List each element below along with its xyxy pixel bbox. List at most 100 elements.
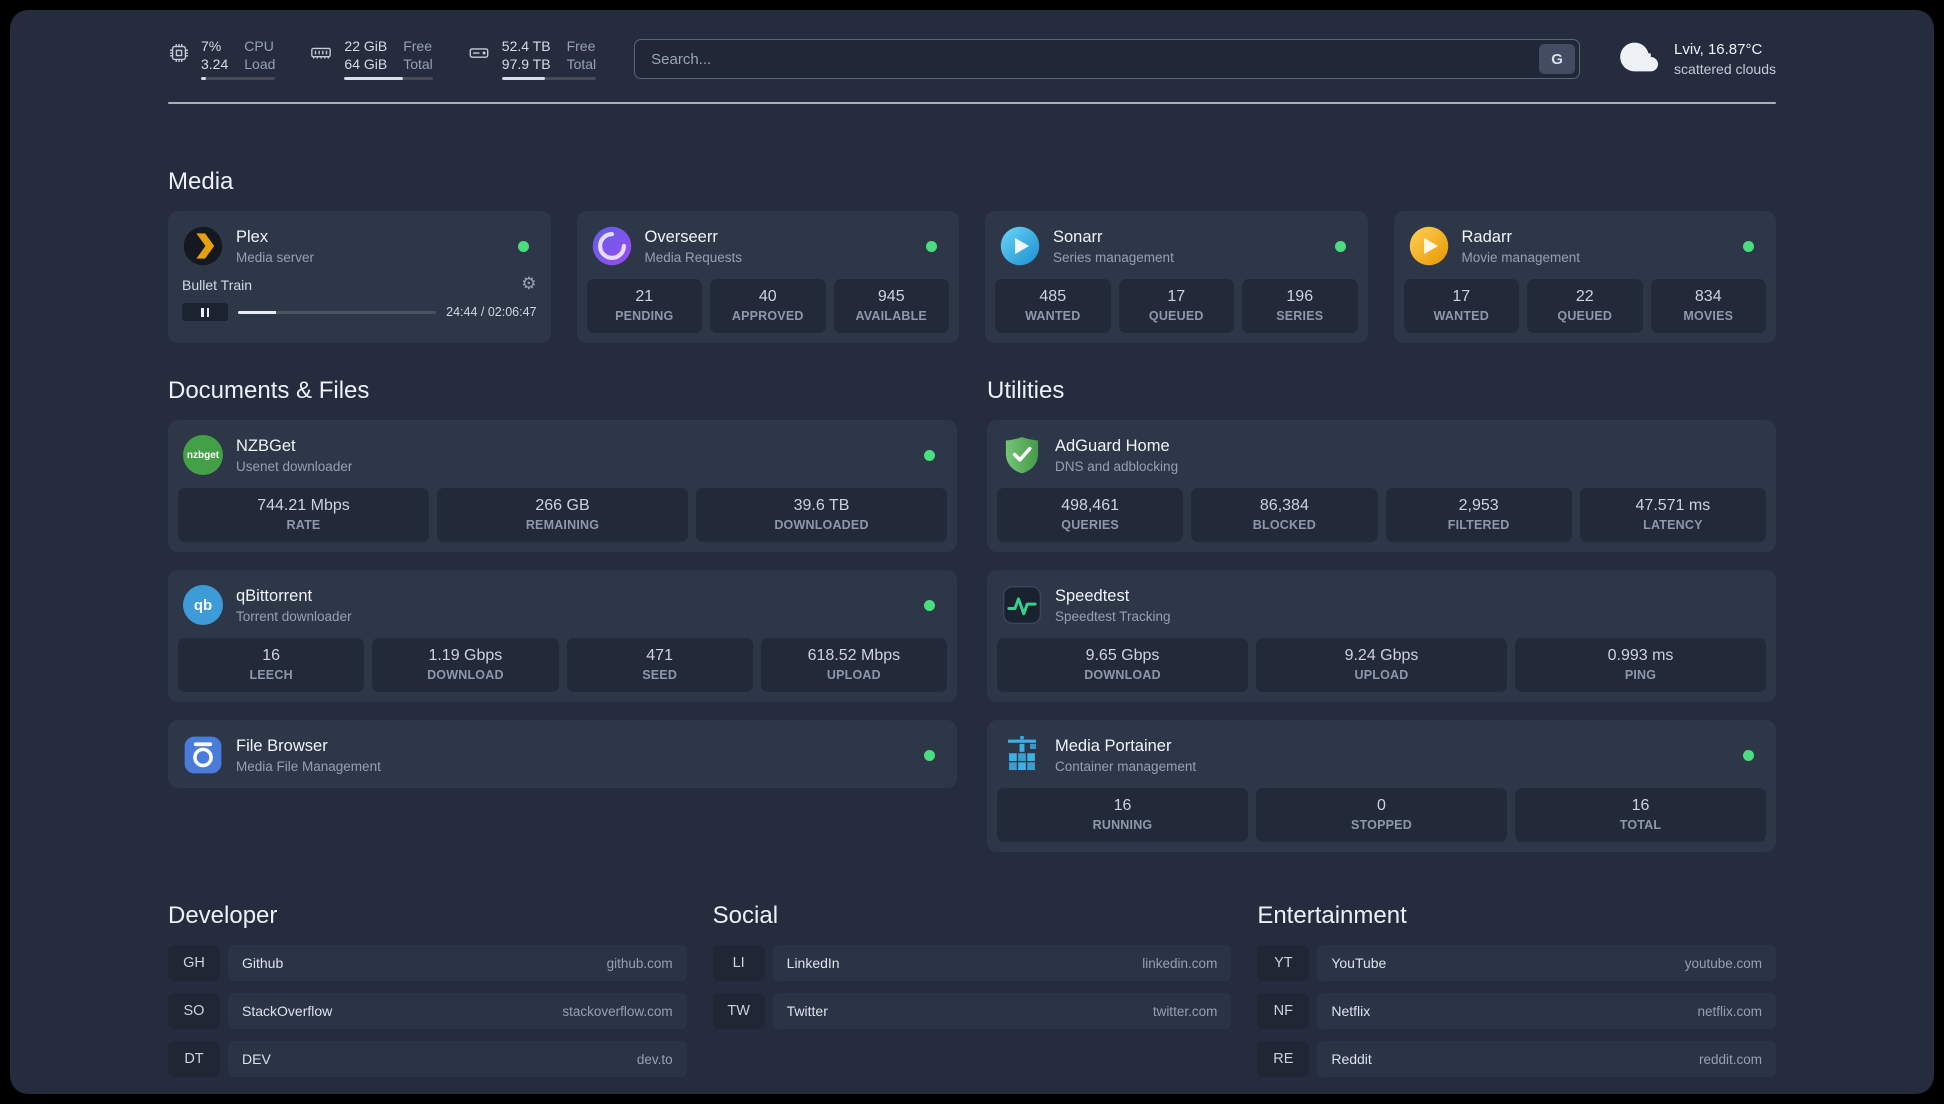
- cpu-widget: 7% 3.24 CPU Load: [168, 38, 276, 80]
- service-description: Speedtest Tracking: [1055, 608, 1171, 624]
- service-card-overseerr[interactable]: Overseerr Media Requests 21 PENDING 40 APP…: [576, 211, 959, 343]
- bookmark-name: LinkedIn: [786, 955, 840, 971]
- stat-tile: 498,461 QUERIES: [997, 488, 1184, 542]
- section-title-media: Media: [168, 168, 234, 195]
- service-card-plex[interactable]: Plex Media server Bullet Train ⚙ 24:44 /…: [168, 211, 551, 343]
- service-card-adguard[interactable]: AdGuard Home DNS and adblocking 498,461 Q…: [987, 420, 1776, 552]
- service-description: DNS and adblocking: [1055, 458, 1179, 474]
- stat-tile: 471 SEED: [566, 638, 753, 692]
- stat-tile: 0 STOPPED: [1256, 788, 1507, 842]
- bookmark-name: DEV: [242, 1051, 271, 1067]
- status-dot: [1743, 749, 1754, 761]
- bookmark-abbr: LI: [712, 945, 765, 981]
- cpu-icon: [168, 42, 190, 69]
- service-card-portainer[interactable]: Media Portainer Container management 16 R…: [987, 720, 1776, 852]
- disk-widget: 52.4 TB 97.9 TB Free Total: [467, 38, 597, 80]
- bookmark-twitter[interactable]: TW Twitter twitter.com: [712, 993, 1232, 1029]
- stat-tile: 618.52 Mbps UPLOAD: [760, 638, 947, 692]
- bookmark-domain: stackoverflow.com: [562, 1003, 673, 1019]
- cloud-icon: [1618, 39, 1662, 80]
- bookmark-name: StackOverflow: [242, 1003, 333, 1019]
- bookmark-name: Netflix: [1331, 1003, 1371, 1019]
- cpu-progress-bar: [201, 77, 276, 80]
- search-bar: G: [634, 39, 1581, 79]
- bookmark-youtube[interactable]: YT YouTube youtube.com: [1257, 945, 1776, 981]
- service-description: Movie management: [1461, 249, 1581, 265]
- service-card-speedtest[interactable]: Speedtest Speedtest Tracking 9.65 Gbps DO…: [987, 570, 1776, 702]
- bookmark-domain: github.com: [606, 955, 673, 971]
- service-description: Media File Management: [236, 758, 381, 774]
- service-name: qBittorrent: [236, 586, 313, 605]
- stat-tile: 16 TOTAL: [1515, 788, 1766, 842]
- stat-tile: 40 APPROVED: [710, 279, 826, 333]
- bookmark-domain: youtube.com: [1684, 955, 1762, 971]
- pause-button[interactable]: [182, 303, 228, 321]
- section-title-utilities: Utilities: [987, 377, 1065, 404]
- qbittorrent-icon: qb: [182, 584, 224, 626]
- bookmark-domain: reddit.com: [1698, 1051, 1762, 1067]
- stat-tile: 266 GB REMAINING: [437, 488, 688, 542]
- stat-tile: 945 AVAILABLE: [833, 279, 949, 333]
- bookmark-github[interactable]: GH Github github.com: [168, 945, 687, 981]
- status-dot: [924, 599, 935, 611]
- bookmark-domain: twitter.com: [1152, 1003, 1218, 1019]
- section-utilities: Utilities AdGuard Home DNS and adblockin…: [987, 377, 1776, 852]
- bookmark-name: Twitter: [786, 1003, 828, 1019]
- bookmark-stackoverflow[interactable]: SO StackOverflow stackoverflow.com: [168, 993, 687, 1029]
- stat-tile: 9.65 Gbps DOWNLOAD: [997, 638, 1248, 692]
- cpu-load-value: 3.24: [201, 56, 229, 72]
- bookmark-abbr: SO: [168, 993, 220, 1029]
- portainer-icon: [1001, 734, 1043, 776]
- service-name: Radarr: [1461, 227, 1512, 246]
- stat-tile: 196 SERIES: [1242, 279, 1358, 333]
- stat-tile: 834 MOVIES: [1650, 279, 1766, 333]
- status-dot: [924, 749, 935, 761]
- bookmark-dev[interactable]: DT DEV dev.to: [168, 1041, 687, 1077]
- service-description: Media Requests: [644, 249, 743, 265]
- gear-icon[interactable]: ⚙: [521, 276, 536, 293]
- service-card-radarr[interactable]: Radarr Movie management 17 WANTED 22 QUEUE…: [1393, 211, 1776, 343]
- memory-free-label: Free: [403, 38, 433, 54]
- adguard-icon: [1001, 434, 1043, 476]
- service-name: Speedtest: [1055, 586, 1130, 605]
- service-name: AdGuard Home: [1055, 436, 1170, 455]
- section-documents: Documents & Files nzbget NZBGet Usenet d…: [168, 377, 957, 852]
- disk-icon: [467, 42, 491, 69]
- service-card-sonarr[interactable]: Sonarr Series management 485 WANTED 17 QUE…: [985, 211, 1368, 343]
- stat-tile: 9.24 Gbps UPLOAD: [1256, 638, 1507, 692]
- bookmark-name: Reddit: [1331, 1051, 1372, 1067]
- disk-total-value: 97.9 TB: [501, 56, 551, 72]
- nzbget-icon: nzbget: [182, 434, 224, 476]
- service-card-filebrowser[interactable]: File Browser Media File Management: [168, 720, 957, 788]
- section-title-social: Social: [712, 902, 779, 929]
- topbar-divider: [168, 102, 1776, 104]
- weather-location: Lviv, 16.87°C: [1674, 41, 1763, 58]
- now-playing-title: Bullet Train: [182, 276, 253, 293]
- bookmark-domain: dev.to: [636, 1051, 673, 1067]
- bookmark-netflix[interactable]: NF Netflix netflix.com: [1257, 993, 1776, 1029]
- playback-time: 24:44 / 02:06:47: [446, 305, 537, 319]
- memory-total-label: Total: [403, 56, 433, 72]
- disk-progress-bar: [501, 77, 597, 80]
- search-provider-button[interactable]: G: [1539, 44, 1576, 74]
- memory-free-value: 22 GiB: [344, 38, 388, 54]
- status-dot: [926, 240, 937, 252]
- service-name: NZBGet: [236, 436, 296, 455]
- service-card-nzbget[interactable]: nzbget NZBGet Usenet downloader 744.21 M…: [168, 420, 957, 552]
- playback-progress-bar[interactable]: [238, 310, 437, 314]
- stat-tile: 17 QUEUED: [1118, 279, 1234, 333]
- service-card-qbittorrent[interactable]: qb qBittorrent Torrent downloader 16 LEEC…: [168, 570, 957, 702]
- memory-total-value: 64 GiB: [344, 56, 388, 72]
- bookmark-linkedin[interactable]: LI LinkedIn linkedin.com: [712, 945, 1232, 981]
- service-description: Torrent downloader: [236, 608, 352, 624]
- plex-icon: [182, 225, 224, 267]
- memory-icon: [309, 42, 333, 69]
- disk-total-label: Total: [566, 56, 597, 72]
- bookmark-reddit[interactable]: RE Reddit reddit.com: [1257, 1041, 1776, 1077]
- search-input[interactable]: [634, 39, 1581, 79]
- service-name: Media Portainer: [1055, 736, 1172, 755]
- stat-tile: 21 PENDING: [586, 279, 702, 333]
- speedtest-icon: [1001, 584, 1043, 626]
- stat-tile: 22 QUEUED: [1527, 279, 1643, 333]
- service-description: Usenet downloader: [236, 458, 353, 474]
